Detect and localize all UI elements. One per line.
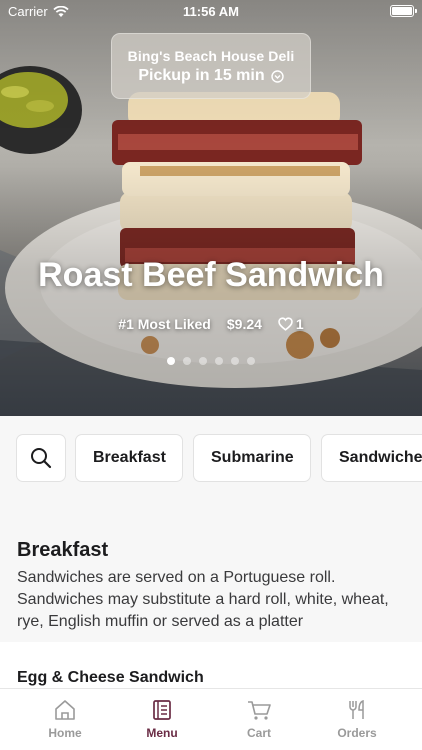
popularity-rank: #1 Most Liked — [118, 316, 211, 332]
pickup-selector[interactable]: Bing's Beach House Deli Pickup in 15 min — [111, 33, 311, 99]
clock: 11:56 AM — [183, 4, 239, 19]
search-icon — [31, 448, 52, 469]
section-description: Sandwiches are served on a Portuguese ro… — [17, 569, 389, 630]
home-icon — [55, 700, 75, 720]
carousel-dot[interactable] — [183, 357, 191, 365]
menu-section: Breakfast Sandwiches are served on a Por… — [0, 500, 422, 642]
like-count: 1 — [295, 316, 304, 332]
category-chip-sandwiches[interactable]: Sandwiches — [321, 434, 422, 482]
menu-icon — [153, 700, 171, 720]
status-bar: Carrier 11:56 AM — [0, 0, 422, 22]
tab-cart[interactable]: Cart — [224, 698, 294, 740]
category-bar: Breakfast Submarine Sandwiches — [0, 416, 422, 500]
carousel-dot[interactable] — [199, 357, 207, 365]
tab-orders-label: Orders — [337, 726, 377, 740]
carousel-dot[interactable] — [231, 357, 239, 365]
tab-menu[interactable]: Menu — [127, 698, 197, 740]
pickup-eta-label: Pickup in 15 min — [138, 67, 265, 84]
featured-dish-meta: #1 Most Liked $9.24 1 — [0, 316, 422, 332]
pickup-eta: Pickup in 15 min — [112, 67, 310, 85]
tab-cart-label: Cart — [246, 726, 271, 740]
heart-icon — [278, 317, 293, 331]
category-chip-submarine[interactable]: Submarine — [193, 434, 311, 482]
tab-bar: Home Menu Cart Orders — [0, 688, 422, 750]
carousel-dot[interactable] — [167, 357, 175, 365]
carousel-dot[interactable] — [215, 357, 223, 365]
featured-dish-title: Roast Beef Sandwich — [38, 256, 384, 294]
search-button[interactable] — [16, 434, 66, 482]
chevron-down-circle-icon — [270, 69, 284, 83]
menu-item-name: Egg & Cheese Sandwich — [17, 669, 204, 686]
tab-home-label: Home — [48, 726, 82, 740]
carousel-dot[interactable] — [247, 357, 255, 365]
tab-menu-label: Menu — [146, 726, 178, 740]
cart-icon — [248, 701, 271, 720]
tab-home[interactable]: Home — [30, 698, 100, 740]
orders-icon — [349, 699, 364, 719]
section-title: Breakfast — [17, 539, 109, 561]
carousel-dots[interactable] — [0, 357, 422, 365]
store-name: Bing's Beach House Deli — [127, 48, 295, 64]
like-button[interactable]: 1 — [278, 316, 304, 332]
battery-icon — [390, 5, 417, 17]
tab-orders[interactable]: Orders — [322, 698, 392, 740]
price: $9.24 — [226, 316, 262, 332]
category-chip-breakfast[interactable]: Breakfast — [75, 434, 183, 482]
